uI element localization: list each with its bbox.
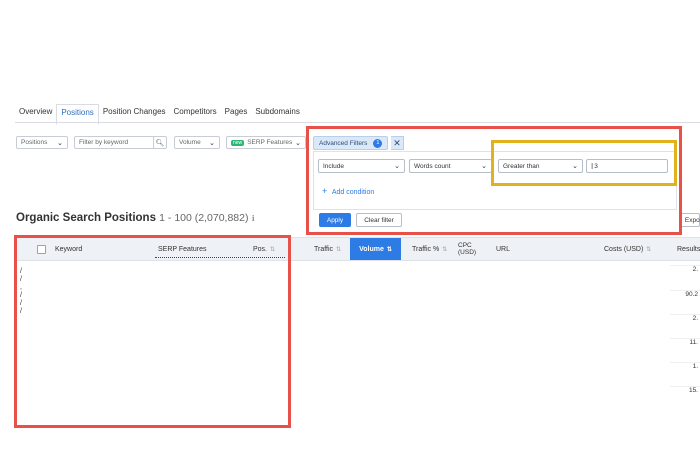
- results-range: 1 - 100 (2,070,882): [159, 212, 249, 224]
- sort-icon: ⇅: [442, 246, 448, 253]
- volume-filter-label: Volume: [179, 139, 201, 146]
- sort-icon: ⇅: [336, 246, 342, 253]
- page-title-text: Organic Search Positions: [16, 212, 156, 224]
- chevron-down-icon: ⌄: [295, 139, 301, 147]
- volume-filter-dropdown[interactable]: Volume ⌄: [174, 136, 220, 149]
- chevron-down-icon: ⌄: [57, 139, 63, 147]
- search-button[interactable]: 🔍︎: [153, 136, 167, 149]
- tab-pages[interactable]: Pages: [221, 104, 252, 123]
- export-label: Expo: [684, 216, 700, 224]
- serp-features-label: SERP Features: [247, 139, 293, 146]
- results-cell: 1.: [670, 362, 700, 370]
- column-cpc[interactable]: CPC (USD): [458, 238, 476, 260]
- keyword-filter-input[interactable]: Filter by keyword: [74, 136, 154, 149]
- results-cell: 2.: [670, 265, 700, 273]
- tab-position-changes[interactable]: Position Changes: [99, 104, 170, 123]
- results-cell: 11.: [670, 338, 700, 346]
- positions-filter-label: Positions: [21, 139, 48, 146]
- column-volume[interactable]: Volume ⇅: [350, 238, 401, 260]
- highlight-condition: [491, 140, 677, 186]
- results-cell: 90.2: [670, 290, 700, 298]
- serp-features-dropdown[interactable]: new SERP Features ⌄: [226, 136, 306, 149]
- info-icon: ℹ: [251, 214, 255, 223]
- tab-divider: [15, 122, 700, 123]
- results-column-values: 2. 90.2 2. 11. 1. 15.: [670, 260, 700, 410]
- sort-icon: ⇅: [386, 246, 392, 253]
- column-volume-label: Volume: [359, 245, 384, 253]
- tab-subdomains[interactable]: Subdomains: [251, 104, 303, 123]
- column-results[interactable]: Results: [677, 238, 700, 260]
- column-url[interactable]: URL: [496, 238, 510, 260]
- results-cell: 2.: [670, 314, 700, 322]
- report-tabs: Overview Positions Position Changes Comp…: [15, 104, 304, 125]
- search-icon: 🔍︎: [155, 139, 165, 147]
- column-traffic[interactable]: Traffic ⇅: [314, 238, 341, 260]
- column-traffic-label: Traffic: [314, 245, 334, 253]
- results-cell: 15.: [670, 386, 700, 394]
- tab-overview[interactable]: Overview: [15, 104, 56, 123]
- column-costs[interactable]: Costs (USD) ⇅: [604, 238, 651, 260]
- keyword-filter-placeholder: Filter by keyword: [79, 139, 129, 146]
- chevron-down-icon: ⌄: [209, 139, 215, 147]
- column-traffic-percent-label: Traffic %: [412, 245, 440, 253]
- page-title: Organic Search Positions 1 - 100 (2,070,…: [16, 212, 255, 224]
- column-traffic-percent[interactable]: Traffic % ⇅: [412, 238, 447, 260]
- highlight-keyword-column: [14, 235, 291, 428]
- column-costs-label: Costs (USD): [604, 245, 644, 253]
- new-badge: new: [231, 139, 245, 146]
- sort-icon: ⇅: [646, 246, 652, 253]
- tab-competitors[interactable]: Competitors: [170, 104, 221, 123]
- positions-filter-dropdown[interactable]: Positions ⌄: [16, 136, 68, 149]
